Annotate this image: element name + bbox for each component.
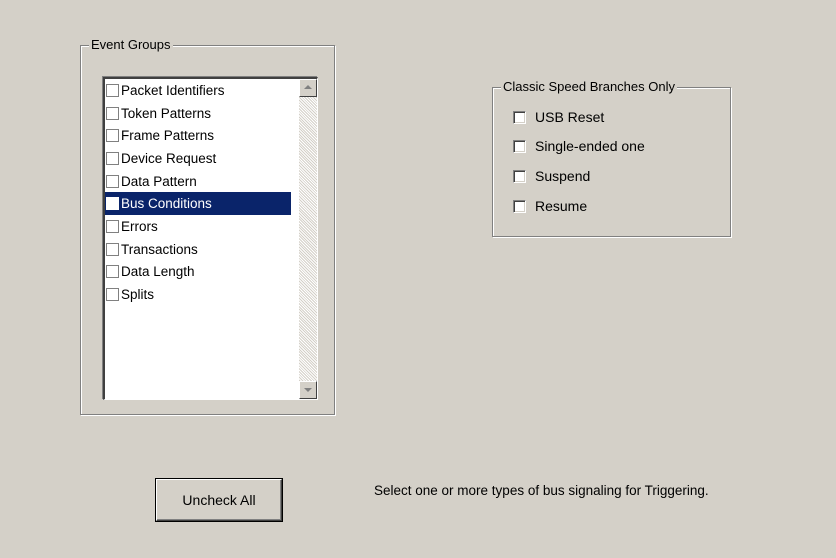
classic-speed-title: Classic Speed Branches Only <box>501 79 677 95</box>
checkbox-box[interactable] <box>513 110 526 124</box>
item-checkbox[interactable] <box>106 83 119 97</box>
item-checkbox[interactable] <box>106 288 119 302</box>
hint-text: Select one or more types of bus signalin… <box>374 483 709 498</box>
event-groups-title: Event Groups <box>89 37 173 53</box>
checkbox-usb-reset[interactable]: USB Reset <box>513 108 604 126</box>
checkbox-box[interactable] <box>513 199 526 213</box>
checkbox-resume[interactable]: Resume <box>513 197 587 215</box>
listbox-scrollbar[interactable] <box>299 79 317 399</box>
chevron-up-icon <box>304 85 312 89</box>
item-checkbox[interactable] <box>106 106 119 120</box>
list-item-label: Frame Patterns <box>121 128 215 144</box>
checkbox-box[interactable] <box>513 169 526 183</box>
list-item-errors[interactable]: Errors <box>105 215 291 238</box>
checkbox-suspend[interactable]: Suspend <box>513 167 590 185</box>
list-item-packet-identifiers[interactable]: Packet Identifiers <box>105 79 291 102</box>
item-checkbox[interactable] <box>106 219 119 233</box>
event-groups-list: Packet Identifiers Token Patterns Frame … <box>105 79 291 306</box>
list-item-label: Bus Conditions <box>121 196 212 212</box>
checkbox-label: USB Reset <box>535 109 605 125</box>
list-item-label: Device Request <box>121 150 217 166</box>
uncheck-all-button[interactable]: Uncheck All <box>156 479 282 521</box>
item-checkbox[interactable] <box>106 151 119 165</box>
list-item-frame-patterns[interactable]: Frame Patterns <box>105 124 291 147</box>
checkbox-box[interactable] <box>513 139 526 153</box>
list-item-label: Data Length <box>121 264 195 280</box>
scroll-down-button[interactable] <box>299 381 317 399</box>
list-item-label: Token Patterns <box>121 105 212 121</box>
item-checkbox[interactable] <box>106 197 119 211</box>
list-item-data-pattern[interactable]: Data Pattern <box>105 170 291 193</box>
checkbox-label: Suspend <box>535 168 591 184</box>
list-item-transactions[interactable]: Transactions <box>105 238 291 261</box>
list-item-label: Splits <box>121 287 155 303</box>
list-item-label: Data Pattern <box>121 173 197 189</box>
list-item-data-length[interactable]: Data Length <box>105 261 291 284</box>
event-groups-group: Event Groups Packet Identifiers Token Pa… <box>80 37 335 415</box>
checkbox-label: Resume <box>535 198 588 214</box>
item-checkbox[interactable] <box>106 174 119 188</box>
classic-speed-group: Classic Speed Branches Only USB Reset Si… <box>492 79 731 237</box>
list-item-bus-conditions[interactable]: Bus Conditions <box>105 192 291 216</box>
list-item-label: Errors <box>121 218 158 234</box>
item-checkbox[interactable] <box>106 129 119 143</box>
list-item-splits[interactable]: Splits <box>105 283 291 306</box>
scroll-up-button[interactable] <box>299 79 317 97</box>
chevron-down-icon <box>304 388 312 392</box>
checkbox-single-ended-one[interactable]: Single-ended one <box>513 137 645 155</box>
list-item-device-request[interactable]: Device Request <box>105 147 291 170</box>
event-groups-listbox[interactable]: Packet Identifiers Token Patterns Frame … <box>103 77 318 400</box>
checkbox-label: Single-ended one <box>535 138 645 154</box>
list-item-label: Packet Identifiers <box>121 82 225 98</box>
list-item-token-patterns[interactable]: Token Patterns <box>105 102 291 125</box>
item-checkbox[interactable] <box>106 242 119 256</box>
list-item-label: Transactions <box>121 241 198 257</box>
item-checkbox[interactable] <box>106 265 119 279</box>
